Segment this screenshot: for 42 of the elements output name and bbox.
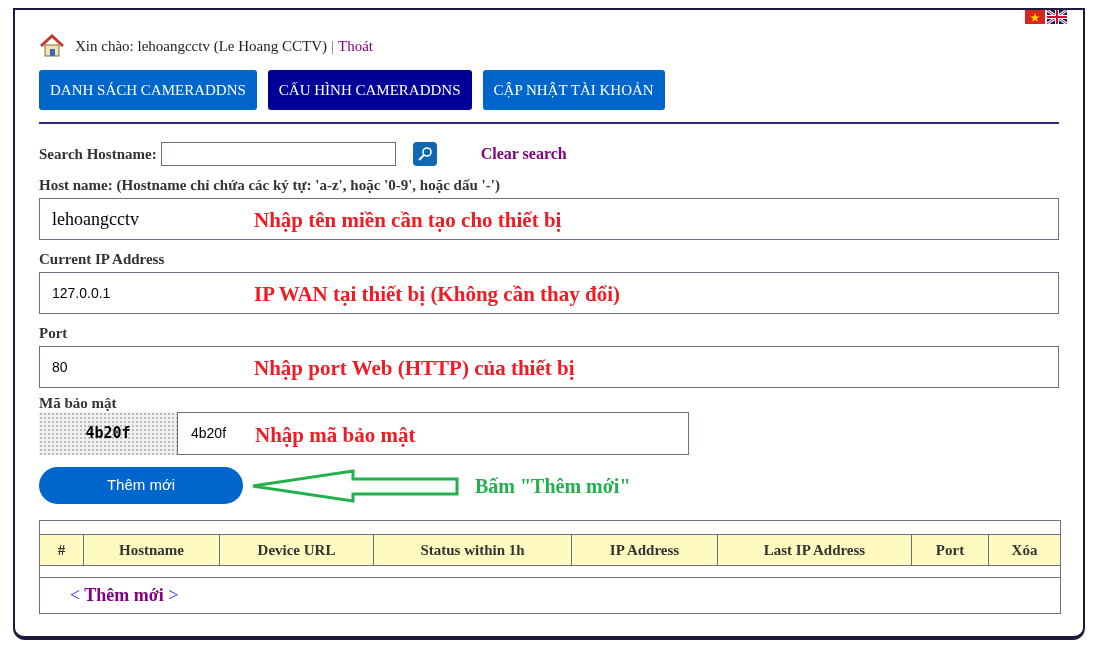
uk-flag-icon[interactable] [1047, 10, 1067, 24]
nav-tab[interactable]: DANH SÁCH CAMERADDNS [39, 70, 257, 110]
column-header: Status within 1h [374, 535, 572, 565]
column-header: Last IP Address [718, 535, 912, 565]
column-header: Device URL [220, 535, 374, 565]
search-field[interactable] [160, 142, 396, 166]
vietnam-flag-icon[interactable] [1025, 10, 1045, 24]
column-header: IP Address [572, 535, 718, 565]
logout-link[interactable]: Thoát [338, 34, 374, 58]
search-icon [416, 146, 433, 162]
field-label: Current IP Address [39, 250, 166, 268]
captcha-field[interactable]: 4b20f Nhập mã bảo mật [177, 412, 689, 455]
clear-search-link[interactable]: Clear search [480, 142, 567, 166]
column-header: Xóa [1010, 540, 1039, 560]
annotation-text: Bấm "Thêm mới" [475, 473, 631, 499]
column-header: Hostname [84, 535, 220, 565]
input-field[interactable]: lehoangcctv Nhập tên miền cần tạo cho thiết bị [39, 198, 1059, 240]
annotation-text: Nhập mã bảo mật [255, 422, 416, 449]
add-new-link[interactable]: < Thêm mới > [70, 582, 179, 609]
field-label: Host name: (Hostname chỉ chứa các ký tự: 'a-z', hoặc '0-9', hoặc dấu '-') [39, 176, 501, 194]
field-value: 80 [52, 357, 68, 377]
home-icon[interactable] [39, 34, 65, 58]
column-header: # [40, 535, 84, 565]
search-button[interactable] [412, 142, 437, 166]
add-new-button[interactable]: Thêm mới [39, 467, 243, 504]
column-header: Port [912, 535, 989, 565]
field-value: lehoangcctv [52, 207, 139, 231]
captcha-text: 4b20f [85, 423, 131, 445]
annotation-text: Nhập tên miền cần tạo cho thiết bị [254, 207, 562, 234]
input-field[interactable]: 80 Nhập port Web (HTTP) của thiết bị [39, 346, 1059, 388]
nav-tab[interactable]: CẬP NHẬT TÀI KHOẢN [482, 70, 665, 110]
field-value: 127.0.0.1 [52, 283, 111, 303]
annotation-text: Nhập port Web (HTTP) của thiết bị [254, 355, 575, 382]
search-label: Search Hostname: [39, 144, 157, 164]
nav-tab[interactable]: CẤU HÌNH CAMERADDNS [267, 70, 472, 110]
input-field[interactable]: 127.0.0.1 IP WAN tại thiết bị (Không cần thay đổi) [39, 272, 1059, 314]
field-label: Port [39, 324, 69, 342]
annotation-text: IP WAN tại thiết bị (Không cần thay đổi) [254, 281, 620, 308]
field-value: 4b20f [191, 424, 227, 443]
field-label: Mã bảo mật [39, 394, 118, 412]
greeting-text: Xin chào: lehoangcctv (Le Hoang CCTV) [75, 36, 327, 56]
separator: | [331, 36, 335, 56]
